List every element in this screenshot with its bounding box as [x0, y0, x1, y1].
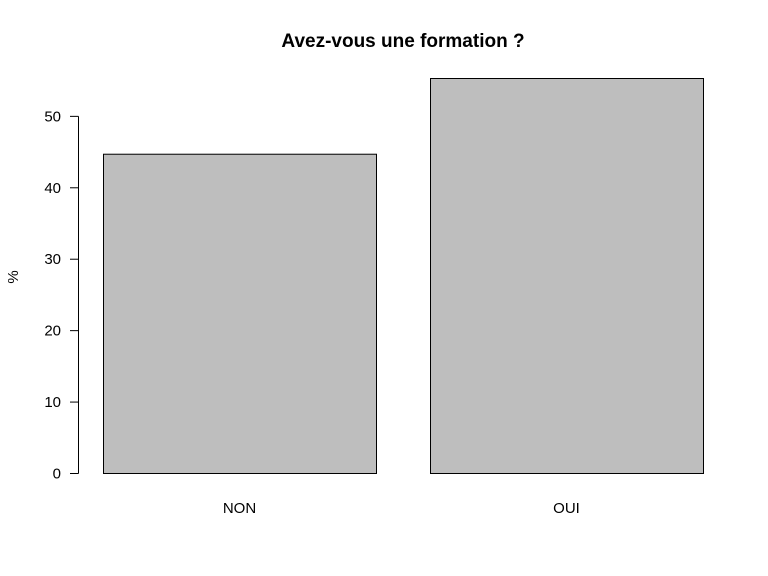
y-tick-label-30: 30: [44, 251, 61, 268]
y-tick-label-10: 10: [44, 394, 61, 411]
x-tick-label-oui: OUI: [553, 500, 580, 517]
bar-oui: [430, 78, 704, 474]
chart-title: Avez-vous une formation ?: [281, 31, 524, 52]
y-tick-label-20: 20: [44, 323, 61, 340]
y-tick-label-50: 50: [44, 108, 61, 125]
y-tick-label-40: 40: [44, 180, 61, 197]
x-tick-labels: NON OUI: [223, 500, 580, 517]
chart-container: Avez-vous une formation ? % 0 10 20 30 40 50 …: [0, 0, 768, 576]
y-tick-label-0: 0: [53, 466, 61, 483]
x-tick-label-non: NON: [223, 500, 256, 517]
bar-non: [103, 153, 377, 474]
bar-chart: Avez-vous une formation ? % 01020304050 …: [5, 31, 704, 517]
y-axis-label: %: [5, 270, 22, 283]
bars-layer: [103, 78, 704, 474]
y-axis: 0 10 20 30 40 50: [44, 108, 79, 483]
